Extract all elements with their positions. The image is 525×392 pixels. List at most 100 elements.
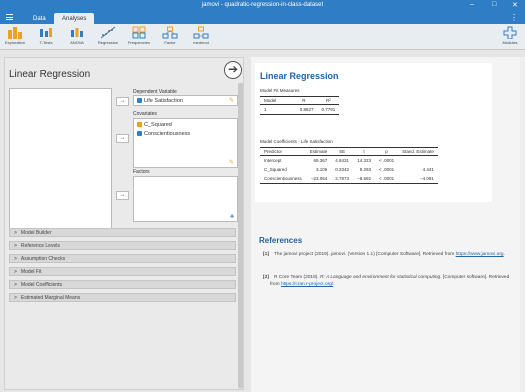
results-card[interactable]: Linear Regression Model Fit Measures Mod…	[255, 63, 492, 202]
medmod-icon	[193, 26, 209, 39]
section-assumption-checks[interactable]: > Assumption Checks	[9, 254, 236, 263]
exploration-button[interactable]: Exploration	[0, 26, 30, 45]
reference-text: The jamovi project (2019).	[274, 252, 330, 257]
factors-label: Factors	[133, 169, 150, 175]
factor-button[interactable]: Factor	[155, 26, 185, 45]
section-estimated-marginal-means[interactable]: > Estimated Marginal Means	[9, 293, 236, 302]
title-bar: jamovi - quadratic-regression-in-class-d…	[0, 0, 525, 12]
reference-text: . (Version 1.1) [Computer Software]. Ret…	[344, 252, 455, 257]
minimize-button[interactable]: –	[470, 1, 474, 8]
bar-chart-icon	[8, 27, 22, 39]
section-model-builder[interactable]: > Model Builder	[9, 228, 236, 237]
regression-label: Regression	[97, 40, 119, 45]
table-cell: < .0001	[378, 158, 395, 163]
chevron-right-icon: >	[14, 295, 17, 301]
computed-variable-icon	[137, 122, 142, 127]
coefficients-caption: Model Coefficients - Life Satisfaction	[260, 139, 333, 144]
close-button[interactable]: ✕	[512, 1, 518, 9]
menu-bar: Data Analyses ⋮	[0, 12, 525, 24]
reference-end: .	[333, 282, 335, 287]
reference-title: R: A Language and environment for statis…	[320, 275, 441, 280]
dependent-variable-name: Life Satisfaction	[144, 98, 183, 104]
frequencies-label: Frequencies	[127, 40, 150, 45]
frequencies-button[interactable]: Frequencies	[124, 26, 154, 45]
chevron-right-icon: >	[14, 269, 17, 275]
table-header: p	[374, 147, 399, 156]
table-header: Estimate	[305, 147, 332, 156]
reference-item: [1] The jamovi project (2019). jamovi. (…	[263, 251, 510, 258]
t-tests-button[interactable]: T-Tests	[31, 26, 61, 45]
run-analysis-arrow-icon[interactable]: ➔	[224, 61, 242, 79]
table-cell: 3.106	[316, 167, 328, 172]
exploration-label: Exploration	[4, 40, 25, 45]
table-header: Predictor	[260, 147, 306, 156]
covariates-box[interactable]: C_Squared Conscientiousness ✎	[133, 118, 238, 168]
plus-icon	[503, 26, 517, 39]
chevron-right-icon: >	[14, 256, 17, 262]
table-row: 1 0.8827 0.7791	[260, 104, 340, 115]
table-row: Intercept 69.367 4.8431 14.323 < .0001	[260, 156, 438, 166]
covariate-item[interactable]: C_Squared	[137, 122, 172, 128]
section-label: Model Builder	[20, 230, 52, 236]
factors-box[interactable]: ♣	[133, 176, 238, 222]
hamburger-icon[interactable]	[6, 14, 13, 20]
reference-text: R Core Team (2018).	[274, 275, 319, 280]
regression-button[interactable]: Regression	[93, 26, 123, 45]
table-header: Stand. Estimate	[398, 147, 438, 156]
t-tests-icon	[40, 28, 52, 37]
table-header: SE	[331, 147, 354, 156]
regression-icon	[100, 26, 116, 39]
table-cell: < .0001	[374, 174, 399, 184]
scrollbar-thumb[interactable]	[238, 83, 243, 388]
table-row: C_Squared 3.106 0.3342 9.293 < .0001 4.4…	[260, 165, 438, 174]
move-to-factors-button[interactable]: →	[116, 191, 129, 200]
table-cell: < .0001	[378, 167, 395, 172]
table-header: R²	[317, 96, 340, 105]
table-cell	[398, 156, 438, 166]
references-title: References	[259, 236, 303, 245]
reference-link[interactable]: https://www.jamovi.org	[456, 252, 504, 257]
section-label: Assumption Checks	[20, 256, 66, 262]
results-scrollbar[interactable]	[520, 57, 525, 392]
table-cell: 0.3342	[335, 167, 350, 172]
more-options-icon[interactable]: ⋮	[510, 13, 518, 22]
factor-label: Factor	[164, 40, 176, 45]
modules-button[interactable]: Modules	[495, 26, 525, 45]
covariate-item[interactable]: Conscientiousness	[137, 131, 190, 137]
factor-icon	[162, 26, 178, 39]
frequencies-icon	[132, 26, 146, 39]
tab-data[interactable]: Data	[25, 13, 54, 24]
table-cell: −23.064	[305, 174, 332, 184]
reference-item: [2] R Core Team (2018). R: A Language an…	[263, 274, 510, 288]
reference-number: [2]	[263, 275, 269, 280]
dependent-variable-item[interactable]: Life Satisfaction	[137, 98, 183, 104]
pencil-icon: ✎	[228, 160, 234, 166]
window-title: jamovi - quadratic-regression-in-class-d…	[201, 2, 324, 8]
tab-analyses[interactable]: Analyses	[54, 13, 95, 24]
table-cell: 4.441	[422, 167, 434, 172]
options-scrollbar[interactable]	[238, 83, 243, 389]
table-cell: 1	[260, 104, 291, 115]
dependent-variable-box[interactable]: Life Satisfaction ✎	[133, 95, 238, 106]
chevron-right-icon: >	[14, 282, 17, 288]
medmod-button[interactable]: medmod	[186, 26, 216, 45]
move-to-dependent-button[interactable]: →	[116, 97, 129, 106]
chevron-right-icon: >	[14, 243, 17, 249]
anova-button[interactable]: ANOVA	[62, 26, 92, 45]
coefficients-table: Predictor Estimate SE t p Stand. Estimat…	[260, 147, 438, 184]
table-cell: 0.8827	[290, 104, 318, 115]
covariate-name: C_Squared	[144, 122, 172, 128]
reference-end: .	[503, 252, 505, 257]
covariates-label: Covariates	[133, 111, 157, 117]
move-to-covariates-button[interactable]: →	[116, 134, 129, 143]
reference-link[interactable]: https://cran.r-project.org/	[281, 282, 333, 287]
table-cell: 2.7873	[331, 174, 354, 184]
section-model-coefficients[interactable]: > Model Coefficients	[9, 280, 236, 289]
anova-icon	[71, 28, 83, 37]
maximize-button[interactable]: □	[492, 1, 496, 8]
section-model-fit[interactable]: > Model Fit	[9, 267, 236, 276]
section-label: Model Fit	[20, 269, 42, 275]
covariate-name: Conscientiousness	[144, 131, 191, 137]
section-reference-levels[interactable]: > Reference Levels	[9, 241, 236, 250]
variable-list[interactable]	[9, 88, 112, 234]
